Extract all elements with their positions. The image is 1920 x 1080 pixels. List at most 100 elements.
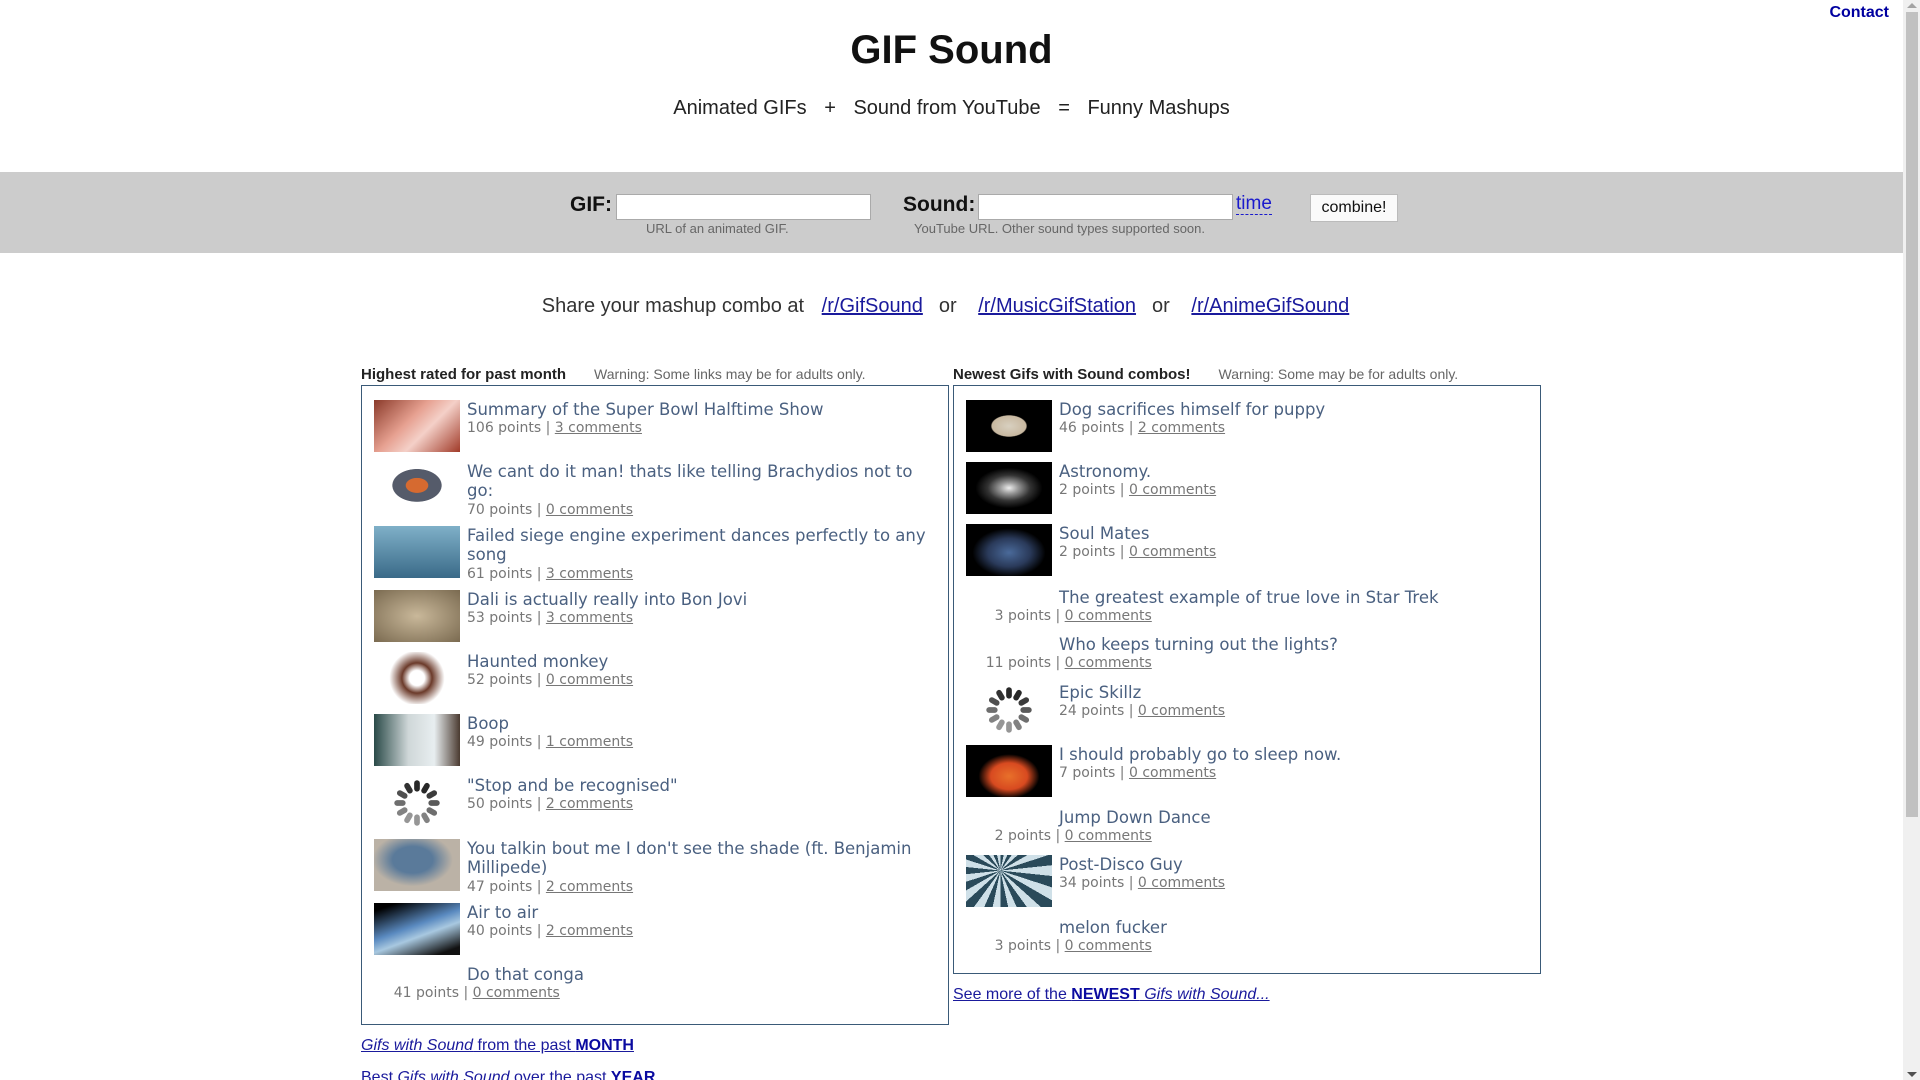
item-title-link[interactable]: Haunted monkey xyxy=(467,652,940,671)
spinner-segment xyxy=(986,707,998,713)
item-title-link[interactable]: Air to air xyxy=(467,903,940,922)
item-title-link[interactable]: Summary of the Super Bowl Halftime Show xyxy=(467,400,940,419)
item-title-link[interactable]: "Stop and be recognised" xyxy=(467,776,940,795)
item-title-link[interactable]: Jump Down Dance xyxy=(1059,808,1532,827)
gif-url-input[interactable] xyxy=(616,194,871,220)
list-item: Post-Disco Guy 34 points | 0 comments xyxy=(966,855,1532,911)
item-comments-link[interactable]: 2 comments xyxy=(1138,420,1225,436)
item-title-link[interactable]: Soul Mates xyxy=(1059,524,1532,543)
item-comments-link[interactable]: 0 comments xyxy=(1065,608,1152,624)
thumbnail[interactable] xyxy=(374,526,460,578)
tagline-part: Sound from YouTube xyxy=(853,97,1041,119)
item-title-link[interactable]: We cant do it man! thats like telling Br… xyxy=(467,462,940,500)
item-title-link[interactable]: Epic Skillz xyxy=(1059,683,1532,702)
item-meta: 3 points | 0 comments xyxy=(995,608,1152,624)
list-item: Boop 49 points | 1 comments xyxy=(374,714,940,770)
item-points: 61 points xyxy=(467,566,533,582)
item-comments-link[interactable]: 2 comments xyxy=(546,879,633,895)
item-comments-link[interactable]: 0 comments xyxy=(1138,875,1225,891)
list-item: Soul Mates 2 points | 0 comments xyxy=(966,524,1532,580)
item-comments-link[interactable]: 0 comments xyxy=(1129,544,1216,560)
scroll-up-arrow-icon[interactable] xyxy=(1907,3,1917,8)
item-title-link[interactable]: Post-Disco Guy xyxy=(1059,855,1532,874)
list-item: Failed siege engine experiment dances pe… xyxy=(374,526,940,582)
thumbnail[interactable] xyxy=(966,524,1052,576)
share-line: Share your mashup combo at /r/GifSound or… xyxy=(0,295,1903,318)
item-points: 2 points xyxy=(994,828,1051,844)
sound-url-input[interactable] xyxy=(978,194,1233,220)
see-more-newest-link[interactable]: See more of the NEWEST Gifs with Sound..… xyxy=(953,986,1270,1004)
thumbnail[interactable] xyxy=(374,776,460,828)
combine-button[interactable]: combine! xyxy=(1310,194,1398,222)
scroll-down-arrow-icon[interactable] xyxy=(1907,1072,1917,1077)
item-comments-link[interactable]: 3 comments xyxy=(555,420,642,436)
list-item: "Stop and be recognised" 50 points | 2 co… xyxy=(374,776,940,832)
item-meta: 24 points | 0 comments xyxy=(1059,703,1225,719)
thumbnail[interactable] xyxy=(374,714,460,766)
item-title-link[interactable]: Failed siege engine experiment dances pe… xyxy=(467,526,940,564)
subreddit-link-musicgifstation[interactable]: /r/MusicGifStation xyxy=(978,295,1136,317)
month-link[interactable]: Gifs with Sound from the past MONTH xyxy=(361,1037,634,1055)
meta-separator: | xyxy=(1115,765,1129,781)
item-title-link[interactable]: Boop xyxy=(467,714,940,733)
meta-separator: | xyxy=(459,985,473,1001)
item-title-link[interactable]: Do that conga xyxy=(467,965,940,984)
scroll-thumb[interactable] xyxy=(1906,12,1918,817)
item-comments-link[interactable]: 1 comments xyxy=(546,734,633,750)
contact-link[interactable]: Contact xyxy=(1829,4,1889,22)
item-points: 11 points xyxy=(985,655,1051,671)
item-points: 3 points xyxy=(994,608,1051,624)
item-title-link[interactable]: melon fucker xyxy=(1059,918,1532,937)
item-comments-link[interactable]: 0 comments xyxy=(1129,765,1216,781)
item-title-link[interactable]: Dog sacrifices himself for puppy xyxy=(1059,400,1532,419)
item-comments-link[interactable]: 2 comments xyxy=(546,923,633,939)
or-text: or xyxy=(1152,295,1170,317)
item-title-link[interactable]: Dali is actually really into Bon Jovi xyxy=(467,590,940,609)
thumbnail[interactable] xyxy=(966,745,1052,797)
thumbnail[interactable] xyxy=(374,839,460,891)
thumbnail[interactable] xyxy=(966,683,1052,735)
year-link-bold: YEAR xyxy=(610,1069,656,1080)
item-title-link[interactable]: I should probably go to sleep now. xyxy=(1059,745,1532,764)
thumbnail[interactable] xyxy=(374,400,460,452)
thumbnail[interactable] xyxy=(966,462,1052,514)
item-comments-link[interactable]: 0 comments xyxy=(1129,482,1216,498)
item-meta: 49 points | 1 comments xyxy=(467,734,633,750)
see-more-italic: Gifs with Sound... xyxy=(1139,986,1270,1003)
tagline: Animated GIFs + Sound from YouTube = Fun… xyxy=(0,97,1903,120)
item-comments-link[interactable]: 0 comments xyxy=(473,985,560,1001)
item-comments-link[interactable]: 0 comments xyxy=(546,502,633,518)
item-comments-link[interactable]: 0 comments xyxy=(546,672,633,688)
item-title-link[interactable]: Astronomy. xyxy=(1059,462,1532,481)
thumbnail[interactable] xyxy=(374,462,460,514)
subreddit-link-animegifsound[interactable]: /r/AnimeGifSound xyxy=(1191,295,1349,317)
item-comments-link[interactable]: 0 comments xyxy=(1138,703,1225,719)
item-title-link[interactable]: You talkin bout me I don't see the shade… xyxy=(467,839,940,877)
sound-label: Sound: xyxy=(903,193,976,216)
item-comments-link[interactable]: 0 comments xyxy=(1065,655,1152,671)
thumbnail[interactable] xyxy=(966,855,1052,907)
meta-separator: | xyxy=(1051,938,1065,954)
vertical-scrollbar[interactable] xyxy=(1903,0,1920,1080)
month-link-bold: MONTH xyxy=(575,1037,634,1054)
gif-hint: URL of an animated GIF. xyxy=(646,221,789,236)
thumbnail[interactable] xyxy=(374,903,460,955)
item-title-link[interactable]: Who keeps turning out the lights? xyxy=(1059,635,1532,654)
list-item: Air to air 40 points | 2 comments xyxy=(374,903,940,959)
item-comments-link[interactable]: 3 comments xyxy=(546,610,633,626)
item-comments-link[interactable]: 0 comments xyxy=(1065,938,1152,954)
item-points: 34 points xyxy=(1059,875,1125,891)
item-comments-link[interactable]: 0 comments xyxy=(1065,828,1152,844)
month-link-italic: Gifs with Sound xyxy=(361,1037,474,1054)
item-comments-link[interactable]: 3 comments xyxy=(546,566,633,582)
item-points: 70 points xyxy=(467,502,533,518)
thumbnail[interactable] xyxy=(374,652,460,704)
item-title-link[interactable]: The greatest example of true love in Sta… xyxy=(1059,588,1532,607)
year-link[interactable]: Best Gifs with Sound over the past YEAR xyxy=(361,1069,655,1080)
thumbnail[interactable] xyxy=(374,590,460,642)
item-comments-link[interactable]: 2 comments xyxy=(546,796,633,812)
time-link[interactable]: time xyxy=(1236,194,1272,215)
subreddit-link-gifsound[interactable]: /r/GifSound xyxy=(822,295,923,317)
list-item: Dali is actually really into Bon Jovi 53 … xyxy=(374,590,940,646)
thumbnail[interactable] xyxy=(966,400,1052,452)
